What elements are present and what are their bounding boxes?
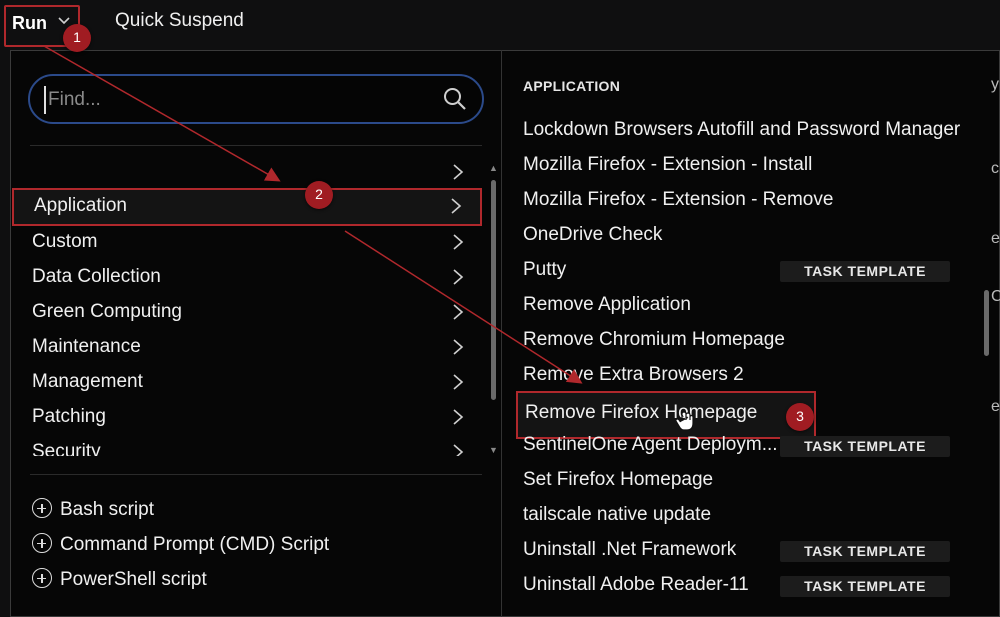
category-item-data-collection[interactable]: Data Collection [12, 261, 482, 295]
item-label: Remove Application [523, 294, 691, 315]
category-item-maintenance[interactable]: Maintenance [12, 331, 482, 365]
chevron-right-icon [452, 302, 464, 322]
item-label: Mozilla Firefox - Extension - Install [523, 154, 813, 175]
application-scrollbar-thumb[interactable] [984, 290, 989, 356]
background-text-fragment: e [991, 230, 1000, 247]
list-item[interactable]: Remove Extra Browsers 2 [516, 360, 976, 395]
category-label: Green Computing [32, 301, 182, 322]
category-item[interactable] [12, 158, 482, 190]
item-label: SentinelOne Agent Deploym... [523, 434, 778, 455]
category-list: Application Custom Data Collection Green… [12, 158, 482, 456]
top-bar: Run Quick Suspend [0, 0, 1000, 47]
list-item[interactable]: Remove Chromium Homepage [516, 325, 976, 360]
category-item-custom[interactable]: Custom [12, 226, 482, 260]
item-label: tailscale native update [523, 504, 712, 525]
add-bash-script-button[interactable]: Bash script [32, 498, 154, 528]
list-item[interactable]: Mozilla Firefox - Extension - Remove [516, 185, 976, 220]
category-scrollbar-thumb[interactable] [491, 180, 496, 400]
category-label: Application [34, 195, 127, 216]
task-template-badge: TASK TEMPLATE [780, 261, 950, 282]
item-label: Uninstall Adobe Reader-11 [523, 574, 749, 595]
panel-divider [501, 50, 502, 617]
add-powershell-script-button[interactable]: PowerShell script [32, 568, 207, 598]
category-label: Maintenance [32, 336, 141, 357]
category-label: Security [32, 441, 101, 456]
item-label: Lockdown Browsers Autofill and Password … [523, 119, 961, 140]
search-icon[interactable] [442, 86, 468, 112]
script-label: Bash script [60, 499, 154, 520]
annotation-marker-3: 3 [786, 403, 814, 431]
background-text-fragment: y [991, 76, 999, 93]
category-item-management[interactable]: Management [12, 366, 482, 400]
background-text-fragment: c [991, 160, 999, 177]
chevron-right-icon [452, 442, 464, 456]
plus-circle-icon [32, 498, 52, 518]
category-item-application[interactable]: Application [12, 188, 482, 226]
item-label: Remove Extra Browsers 2 [523, 364, 744, 385]
category-item-green-computing[interactable]: Green Computing [12, 296, 482, 330]
category-item-patching[interactable]: Patching [12, 401, 482, 435]
chevron-right-icon [452, 267, 464, 287]
run-label: Run [12, 13, 47, 33]
divider [30, 474, 482, 475]
item-label: Mozilla Firefox - Extension - Remove [523, 189, 834, 210]
category-label: Data Collection [32, 266, 161, 287]
item-label: Remove Chromium Homepage [523, 329, 785, 350]
list-item[interactable]: tailscale native update [516, 500, 976, 535]
item-label: Remove Firefox Homepage [525, 402, 758, 423]
search-input[interactable] [44, 86, 424, 114]
task-template-badge: TASK TEMPLATE [780, 576, 950, 597]
item-label: Putty [523, 259, 567, 280]
category-label: Patching [32, 406, 106, 427]
add-cmd-script-button[interactable]: Command Prompt (CMD) Script [32, 533, 329, 563]
chevron-right-icon [452, 232, 464, 252]
list-item[interactable]: OneDrive Check [516, 220, 976, 255]
annotation-marker-1: 1 [63, 24, 91, 52]
quick-suspend-button[interactable]: Quick Suspend [115, 10, 244, 32]
chevron-right-icon [452, 162, 464, 182]
category-item-security[interactable]: Security [12, 436, 482, 456]
find-search-box[interactable] [28, 74, 484, 124]
script-label: PowerShell script [60, 569, 207, 590]
task-template-badge: TASK TEMPLATE [780, 436, 950, 457]
chevron-right-icon [452, 337, 464, 357]
plus-circle-icon [32, 568, 52, 588]
section-heading: APPLICATION [523, 78, 621, 94]
hand-cursor-icon [675, 408, 694, 437]
list-item[interactable]: Set Firefox Homepage [516, 465, 976, 500]
list-item[interactable]: Lockdown Browsers Autofill and Password … [516, 115, 976, 150]
chevron-right-icon [450, 196, 462, 216]
background-text-fragment: e [991, 398, 1000, 415]
divider [30, 145, 482, 146]
list-item[interactable]: Remove Application [516, 290, 976, 325]
item-label: OneDrive Check [523, 224, 663, 245]
category-label: Management [32, 371, 143, 392]
script-label: Command Prompt (CMD) Script [60, 534, 330, 555]
chevron-right-icon [452, 407, 464, 427]
scroll-up-icon[interactable]: ▲ [489, 163, 498, 173]
annotation-marker-2: 2 [305, 181, 333, 209]
scroll-down-icon[interactable]: ▼ [489, 445, 498, 455]
plus-circle-icon [32, 533, 52, 553]
item-label: Set Firefox Homepage [523, 469, 714, 490]
item-label: Uninstall .Net Framework [523, 539, 737, 560]
category-label: Custom [32, 231, 98, 252]
task-template-badge: TASK TEMPLATE [780, 541, 950, 562]
background-text-fragment: C [991, 288, 1000, 305]
chevron-right-icon [452, 372, 464, 392]
list-item[interactable]: Mozilla Firefox - Extension - Install [516, 150, 976, 185]
